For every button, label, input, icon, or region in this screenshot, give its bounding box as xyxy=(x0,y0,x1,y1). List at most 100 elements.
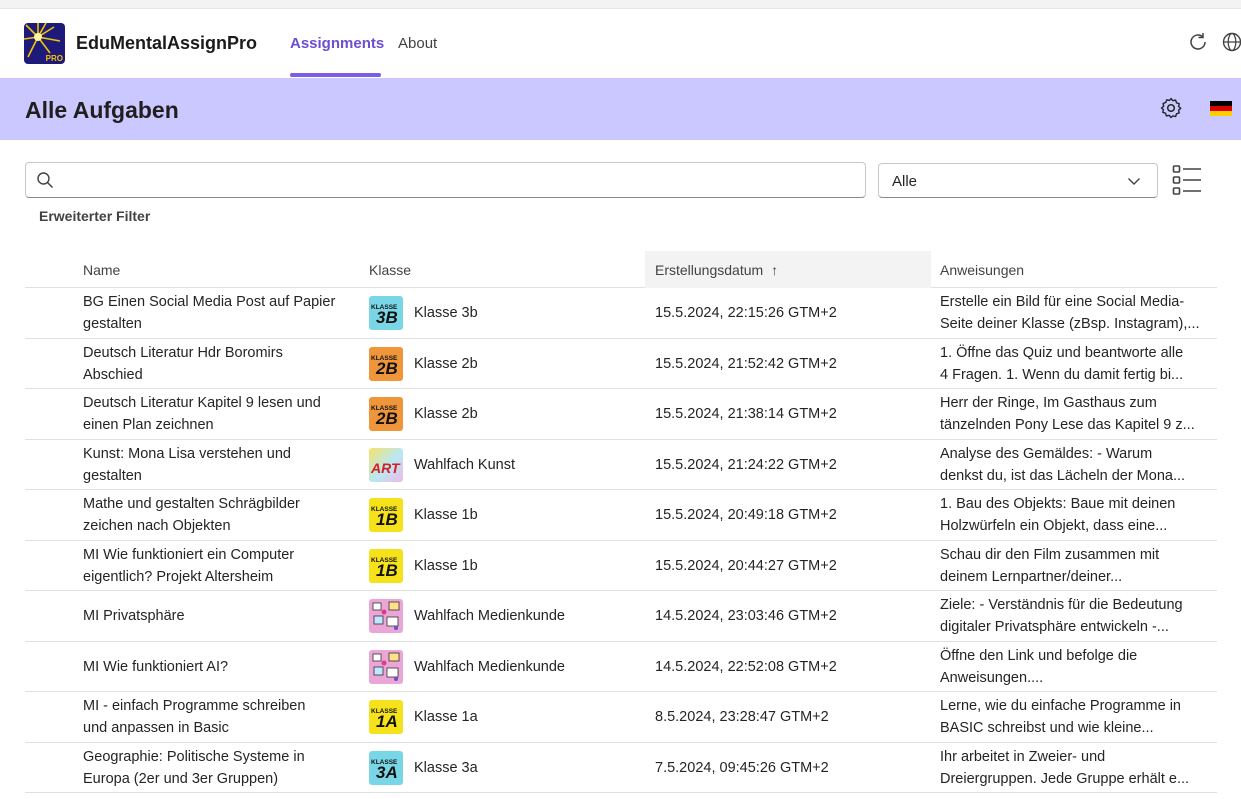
assignment-name[interactable]: MI - einfach Programme schreiben und anpa… xyxy=(83,695,358,739)
chevron-down-icon xyxy=(1128,178,1140,185)
assignment-name-line: Deutsch Literatur Hdr Boromirs xyxy=(83,344,283,361)
table-row[interactable]: BG Einen Social Media Post auf Papier ges… xyxy=(25,288,1217,339)
filter-dropdown-value: Alle xyxy=(892,173,918,190)
creation-date: 14.5.2024, 23:03:46 GTM+2 xyxy=(655,608,837,624)
assignment-name-line: MI - einfach Programme schreiben xyxy=(83,698,306,714)
creation-date: 7.5.2024, 09:45:26 GTM+2 xyxy=(655,759,829,776)
table-row[interactable]: Deutsch Literatur Kapitel 9 lesen und ein… xyxy=(25,389,1217,440)
class-badge-icon: KLASSE 1B xyxy=(369,498,403,532)
assignments-table: Name Klasse Erstellungsdatum ↑ Anweisung… xyxy=(25,251,1217,793)
table-row[interactable]: MI - einfach Programme schreiben und anpa… xyxy=(25,692,1217,743)
art-badge-icon: ART xyxy=(369,447,403,482)
assignment-name[interactable]: Deutsch Literatur Hdr Boromirs Abschied xyxy=(83,342,358,386)
instructions-preview: 1. Öffne das Quiz und beantworte alle 4 F… xyxy=(940,342,1210,386)
assignment-name[interactable]: Mathe und gestalten Schrägbilder zeichen … xyxy=(83,493,358,537)
table-row[interactable]: Geographie: Politische Systeme in Europa … xyxy=(25,743,1217,793)
instructions-preview: Lerne, wie du einfache Programme in BASIC… xyxy=(940,695,1210,739)
advanced-filter-link[interactable]: Erweiterter Filter xyxy=(39,208,150,224)
page-title: Alle Aufgaben xyxy=(25,97,179,123)
assignment-name[interactable]: Geographie: Politische Systeme in Europa … xyxy=(83,746,358,790)
media-badge-icon xyxy=(369,649,403,684)
table-row[interactable]: MI Privatsphäre Wahlfach Medienkunde 14.5.… xyxy=(25,591,1217,642)
column-header-erstellungsdatum[interactable]: Erstellungsdatum ↑ xyxy=(645,251,931,288)
filter-dropdown[interactable]: Alle xyxy=(878,163,1158,198)
assignment-name-line: einen Plan zeichnen xyxy=(83,417,214,433)
assignment-name-line: Geographie: Politische Systeme in xyxy=(83,748,305,765)
table-row[interactable]: Kunst: Mona Lisa verstehen und gestalten A… xyxy=(25,440,1217,490)
logo-pro-text: PRO xyxy=(45,54,63,63)
class-badge-code: 3B xyxy=(376,308,398,327)
instructions-preview: Schau dir den Film zusammen mit deinem Le… xyxy=(940,544,1210,588)
settings-gear-icon[interactable] xyxy=(1159,96,1183,120)
instructions-line: Analyse des Gemäldes: - Warum xyxy=(940,445,1153,462)
instructions-line: deinem Lernpartner/deiner... xyxy=(940,568,1123,585)
app-logo: PRO xyxy=(24,23,65,64)
search-box[interactable] xyxy=(25,162,866,198)
search-input[interactable] xyxy=(62,163,857,197)
class-badge-icon: KLASSE 2B xyxy=(369,397,403,431)
instructions-line: 1. Bau des Objekts: Baue mit deinen xyxy=(940,496,1176,512)
class-name: Wahlfach Medienkunde xyxy=(414,608,565,624)
table-row[interactable]: MI Wie funktioniert AI? Wahlfach Medienku… xyxy=(25,642,1217,692)
creation-date: 14.5.2024, 22:52:08 GTM+2 xyxy=(655,658,837,675)
assignment-name[interactable]: MI Privatsphäre xyxy=(83,605,358,627)
creation-date: 15.5.2024, 20:49:18 GTM+2 xyxy=(655,507,837,523)
class-badge-code: 2B xyxy=(376,358,398,378)
column-header-anweisungen[interactable]: Anweisungen xyxy=(940,251,1024,288)
instructions-line: BASIC schreibst und wie kleine... xyxy=(940,720,1154,736)
table-row[interactable]: Mathe und gestalten Schrägbilder zeichen … xyxy=(25,490,1217,541)
art-badge-label: ART xyxy=(371,459,400,476)
active-tab-indicator xyxy=(290,73,381,77)
assignment-name[interactable]: BG Einen Social Media Post auf Papier ges… xyxy=(83,291,358,335)
assignment-name-line: Mathe und gestalten Schrägbilder xyxy=(83,496,300,512)
media-badge-icon xyxy=(369,599,403,633)
instructions-line: Herr der Ringe, Im Gasthaus zum xyxy=(940,395,1157,411)
creation-date: 8.5.2024, 23:28:47 GTM+2 xyxy=(655,709,829,725)
assignment-name[interactable]: Deutsch Literatur Kapitel 9 lesen und ein… xyxy=(83,392,358,436)
instructions-line: denkst du, ist das Lächeln der Mona... xyxy=(940,467,1186,484)
assignment-name-line: Deutsch Literatur Kapitel 9 lesen und xyxy=(83,395,321,411)
refresh-icon[interactable] xyxy=(1187,31,1209,53)
instructions-line: 4 Fragen. 1. Wenn du damit fertig bi... xyxy=(940,366,1184,383)
assignment-name[interactable]: MI Wie funktioniert ein Computer eigentli… xyxy=(83,544,358,588)
sort-ascending-icon: ↑ xyxy=(771,262,779,278)
assignment-name-line: zeichen nach Objekten xyxy=(83,518,231,534)
assignment-name-line: gestalten xyxy=(83,467,142,484)
globe-icon[interactable] xyxy=(1221,31,1241,53)
german-flag-icon[interactable] xyxy=(1210,101,1232,116)
class-name: Klasse 3b xyxy=(414,305,478,321)
search-icon xyxy=(37,172,54,189)
table-header: Name Klasse Erstellungsdatum ↑ Anweisung… xyxy=(25,251,1217,288)
assignment-name-line: eigentlich? Projekt Altersheim xyxy=(83,568,274,585)
instructions-line: Holzwürfeln ein Objekt, dass eine... xyxy=(940,518,1168,534)
class-badge-icon: KLASSE 1A xyxy=(369,700,403,734)
instructions-line: Ihr arbeitet in Zweier- und xyxy=(940,748,1106,765)
assignment-name[interactable]: MI Wie funktioniert AI? xyxy=(83,656,358,678)
instructions-preview: 1. Bau des Objekts: Baue mit deinen Holzw… xyxy=(940,493,1210,537)
instructions-line: tänzelnden Pony Lese das Kapitel 9 z... xyxy=(940,417,1195,433)
column-header-klasse[interactable]: Klasse xyxy=(369,251,411,288)
column-header-erstellungsdatum-label: Erstellungsdatum xyxy=(655,262,764,278)
table-row[interactable]: Deutsch Literatur Hdr Boromirs Abschied KL… xyxy=(25,339,1217,389)
assignment-name[interactable]: Kunst: Mona Lisa verstehen und gestalten xyxy=(83,443,358,487)
tab-about[interactable]: About xyxy=(398,35,437,52)
assignment-name-line: Abschied xyxy=(83,366,143,383)
assignment-name-line: MI Wie funktioniert ein Computer xyxy=(83,546,295,563)
instructions-preview: Analyse des Gemäldes: - Warum denkst du, … xyxy=(940,443,1210,487)
class-name: Wahlfach Medienkunde xyxy=(414,658,565,675)
instructions-line: Seite deiner Klasse (zBsp. Instagram),..… xyxy=(940,316,1200,332)
instructions-line: Öffne den Link und befolge die xyxy=(940,647,1138,664)
list-view-icon[interactable] xyxy=(1172,164,1202,196)
table-row[interactable]: MI Wie funktioniert ein Computer eigentli… xyxy=(25,541,1217,591)
instructions-line: Ziele: - Verständnis für die Bedeutung xyxy=(940,597,1183,613)
tab-assignments[interactable]: Assignments xyxy=(290,35,384,52)
column-header-name[interactable]: Name xyxy=(83,251,120,288)
assignment-name-line: MI Wie funktioniert AI? xyxy=(83,658,229,675)
page-banner: Alle Aufgaben xyxy=(0,78,1241,140)
class-name: Klasse 3a xyxy=(414,759,478,776)
class-name: Klasse 2b xyxy=(414,406,478,422)
table-body: BG Einen Social Media Post auf Papier ges… xyxy=(25,288,1217,793)
creation-date: 15.5.2024, 21:38:14 GTM+2 xyxy=(655,406,837,422)
class-name: Wahlfach Kunst xyxy=(414,456,516,473)
window-top-strip xyxy=(0,0,1241,9)
